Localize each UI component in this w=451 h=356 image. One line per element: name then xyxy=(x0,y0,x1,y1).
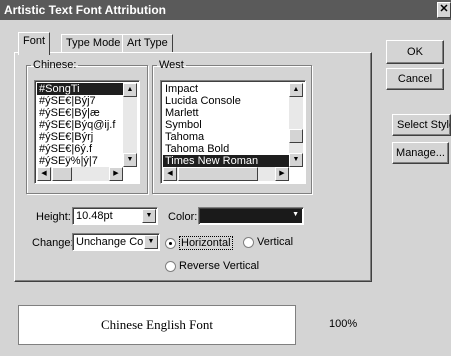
radio-dot xyxy=(165,237,176,249)
height-select[interactable]: 10.48pt ▼ xyxy=(72,207,158,225)
list-item[interactable]: #ýSE€|Bý|æ xyxy=(37,107,123,119)
window-title: Artistic Text Font Attribution xyxy=(4,3,166,17)
left-arrow-icon[interactable]: ◀ xyxy=(163,167,177,181)
list-item[interactable]: #ýSEÿ%|ý|7 xyxy=(37,155,123,167)
west-horizontal-scrollbar[interactable]: ◀ ▶ xyxy=(163,167,289,181)
list-item[interactable]: #ýSE€|Býj7 xyxy=(37,95,123,107)
ok-button[interactable]: OK xyxy=(386,40,444,64)
change-select[interactable]: Unchange Coc ▼ xyxy=(72,233,160,251)
list-item[interactable]: Times New Roman xyxy=(163,155,289,167)
west-font-list[interactable]: Impact Lucida Console Marlett Symbol Tah… xyxy=(160,80,306,184)
list-item[interactable]: Tahoma xyxy=(163,131,289,143)
list-item[interactable]: #SongTi xyxy=(37,83,123,95)
select-style-button[interactable]: Select Style xyxy=(392,114,451,136)
change-label: Change: xyxy=(32,237,74,249)
down-arrow-icon[interactable]: ▼ xyxy=(289,153,303,167)
chinese-font-items: #SongTi #ýSE€|Býj7 #ýSE€|Bý|æ #ýSE€|Býq@… xyxy=(37,83,123,167)
horizontal-radio-label: Horizontal xyxy=(179,236,233,250)
font-preview: Chinese English Font xyxy=(18,305,296,345)
tab-art-type[interactable]: Art Type xyxy=(122,34,173,52)
west-vertical-scrollbar[interactable]: ▲ ▼ xyxy=(289,83,303,167)
list-item[interactable]: #ýSE€|Býrj xyxy=(37,131,123,143)
zoom-level: 100% xyxy=(329,318,358,330)
cancel-button[interactable]: Cancel xyxy=(386,68,444,90)
list-item[interactable]: #ýSE€|6ý.f xyxy=(37,143,123,155)
radio-dot xyxy=(165,260,176,272)
list-item[interactable]: Lucida Console xyxy=(163,95,289,107)
color-select[interactable]: ▼ xyxy=(198,207,304,225)
horizontal-radio[interactable]: Horizontal xyxy=(165,236,233,250)
reverse-vertical-radio[interactable]: Reverse Vertical xyxy=(165,260,259,272)
height-label: Height: xyxy=(36,211,71,223)
title-bar: Artistic Text Font Attribution ✕ xyxy=(0,0,451,20)
reverse-vertical-radio-label: Reverse Vertical xyxy=(179,260,260,272)
chinese-hscroll-thumb[interactable] xyxy=(52,167,72,181)
tab-type-mode[interactable]: Type Mode xyxy=(61,34,126,52)
vertical-radio-label: Vertical xyxy=(257,236,294,248)
west-font-items: Impact Lucida Console Marlett Symbol Tah… xyxy=(163,83,289,167)
vertical-radio[interactable]: Vertical xyxy=(243,236,293,248)
tab-font[interactable]: Font xyxy=(18,32,51,55)
list-item[interactable]: Impact xyxy=(163,83,289,95)
list-item[interactable]: #ýSE€|Býq@ij.f xyxy=(37,119,123,131)
height-value: 10.48pt xyxy=(76,210,113,222)
preview-text: Chinese English Font xyxy=(101,317,213,332)
radio-dot xyxy=(243,236,254,248)
color-swatch xyxy=(200,209,302,223)
west-hscroll-thumb[interactable] xyxy=(178,167,258,181)
close-icon[interactable]: ✕ xyxy=(437,2,451,18)
chinese-horizontal-scrollbar[interactable]: ◀ ▶ xyxy=(37,167,123,181)
left-arrow-icon[interactable]: ◀ xyxy=(37,167,51,181)
list-item[interactable]: Tahoma Bold xyxy=(163,143,289,155)
chevron-down-icon[interactable]: ▼ xyxy=(142,209,156,223)
up-arrow-icon[interactable]: ▲ xyxy=(289,83,303,97)
list-item[interactable]: Symbol xyxy=(163,119,289,131)
color-label: Color: xyxy=(168,211,198,223)
right-arrow-icon[interactable]: ▶ xyxy=(109,167,123,181)
manage-button[interactable]: Manage... xyxy=(392,142,449,164)
chinese-vertical-scrollbar[interactable]: ▲ ▼ xyxy=(123,83,137,167)
chinese-font-list[interactable]: #SongTi #ýSE€|Býj7 #ýSE€|Bý|æ #ýSE€|Býq@… xyxy=(34,80,140,184)
west-group-label: West xyxy=(159,59,184,71)
list-item[interactable]: Marlett xyxy=(163,107,289,119)
change-value: Unchange Coc xyxy=(76,236,143,248)
chinese-group-label: Chinese: xyxy=(33,59,77,71)
west-vscroll-thumb[interactable] xyxy=(289,129,303,143)
chevron-down-icon: ▼ xyxy=(292,211,299,218)
right-arrow-icon[interactable]: ▶ xyxy=(275,167,289,181)
up-arrow-icon[interactable]: ▲ xyxy=(123,83,137,97)
chevron-down-icon[interactable]: ▼ xyxy=(144,235,158,249)
down-arrow-icon[interactable]: ▼ xyxy=(123,153,137,167)
